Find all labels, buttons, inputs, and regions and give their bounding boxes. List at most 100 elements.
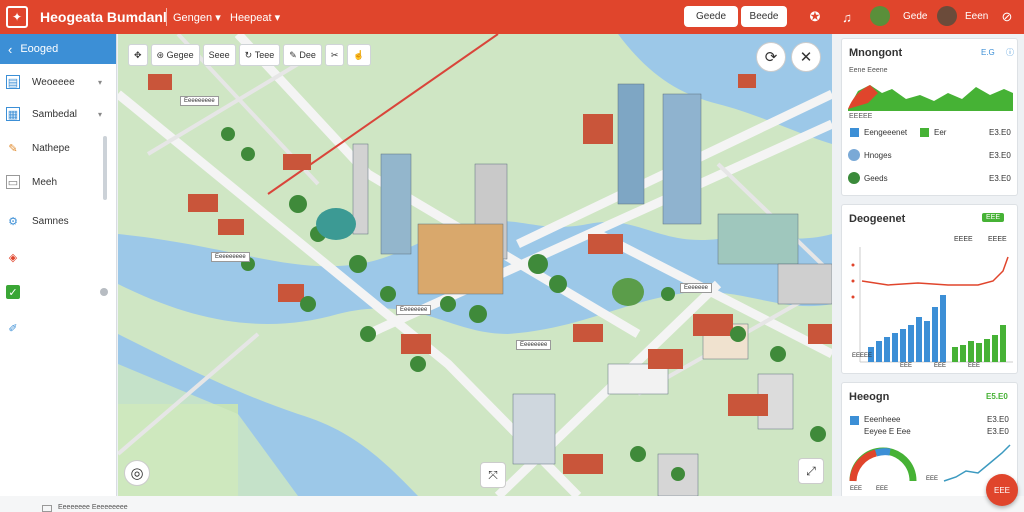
menu-gengen[interactable]: Gengen ▾ [173, 11, 221, 24]
sidebar-item-label: Samnes [32, 215, 69, 227]
tool-label: Seee [208, 50, 230, 60]
gauge-value: EEE [876, 486, 889, 492]
status-text: Eeeeeeee Eeeeeeeee [58, 504, 128, 511]
crosshair-icon: ◎ [130, 465, 144, 482]
expand-icon: ⤢ [806, 463, 816, 478]
shield-icon: ▦ [6, 107, 20, 121]
avatar-user-2[interactable] [937, 6, 957, 26]
header-button-beede[interactable]: Beede [741, 6, 787, 27]
panel-title: Deogeenet [849, 213, 906, 225]
close-map-button[interactable]: ✕ [791, 42, 821, 72]
sidebar-item-weoeeee[interactable]: ▤ Weoeeee ▾ [0, 70, 110, 94]
sidebar-item-label: Nathepe [32, 142, 70, 154]
map-view[interactable]: ✥ ⊛ Gegee Seee ↻ Teee ✎ Dee ✂ ☝ ⟳ ✕ ◎ ⤧ … [118, 34, 832, 496]
map-tool-gegee[interactable]: ⊛ Gegee [150, 44, 200, 66]
legend-swatch-green [920, 128, 929, 137]
info-icon[interactable]: ⓘ [1006, 47, 1014, 58]
map-label[interactable]: Eeeeeeee [516, 340, 552, 350]
map-label[interactable]: Eeeeeeeee [180, 96, 219, 106]
draw-icon: ✎ [289, 49, 297, 60]
panel-summary: Mnongont E.G ⓘ Eene Eeene EEEEE Eengeeen… [841, 38, 1018, 196]
sidebar-item-sambedal[interactable]: ▦ Sambedal ▾ [0, 102, 110, 126]
summary-area-chart [848, 85, 1013, 111]
game-controller-icon[interactable]: ✪ [804, 6, 826, 28]
pencil-icon: ✎ [8, 142, 18, 155]
gauge-value: EEE [850, 486, 863, 492]
header-text-gede[interactable]: Gede [903, 11, 927, 22]
locate-button[interactable]: ◎ [124, 460, 150, 486]
compass-button[interactable]: ⤧ [480, 462, 506, 488]
sidebar-scrollbar[interactable] [103, 136, 107, 200]
map-tool-teee[interactable]: ↻ Teee [238, 44, 281, 66]
sidebar-item-ruler[interactable]: ✐ [0, 316, 110, 340]
summary-row-value: E3.E0 [989, 151, 1011, 160]
overview-row-value: E3.E0 [987, 415, 1009, 424]
panel-value: E5.E0 [986, 392, 1008, 401]
gauge-chart [849, 447, 917, 482]
panel-badge: E.G [981, 48, 995, 57]
tool-label: Dee [299, 50, 316, 60]
map-tool-dee[interactable]: ✎ Dee [283, 44, 322, 66]
overview-row-label: Eeyee E Eee [864, 427, 911, 436]
settings-icon[interactable]: ⊘ [996, 6, 1018, 28]
menu-heepeat[interactable]: Heepeat ▾ [230, 11, 280, 24]
floating-action-button[interactable]: EEE [986, 474, 1018, 506]
status-bar: Eeeeeeee Eeeeeeeee [0, 496, 1024, 512]
legend-swatch-blue [850, 416, 859, 425]
map-tool-pan[interactable]: ✥ [128, 44, 148, 66]
close-icon: ✕ [799, 49, 813, 66]
overview-row-value: E3.E0 [987, 427, 1009, 436]
panel-sub-1: EEEE [954, 236, 973, 243]
app-header: ✦ Heogeata Bumdanl Gengen ▾ Heepeat ▾ Ge… [0, 0, 1024, 34]
map-tool-hand[interactable]: ☝ [347, 44, 371, 66]
tool-label: Gegee [166, 50, 194, 60]
rotate-map-button[interactable]: ⟳ [756, 42, 786, 72]
map-label[interactable]: Eeeeeeee [396, 305, 432, 315]
fullscreen-button[interactable]: ⤢ [798, 458, 824, 484]
compass-icon: ⤧ [488, 467, 498, 482]
chevron-left-icon[interactable]: ‹ [8, 42, 12, 57]
panel-title: Mnongont [849, 47, 903, 59]
map-label[interactable]: Eeeeeee [680, 283, 713, 293]
sidebar-header-label: Eooged [20, 43, 59, 55]
development-chart [851, 247, 1013, 363]
sidebar-item-nathepe[interactable]: ✎ Nathepe [0, 136, 110, 160]
avatar-user-1[interactable] [870, 6, 890, 26]
sidebar-item-label: Sambedal [32, 108, 78, 120]
checkbox-icon[interactable] [42, 505, 52, 512]
map-label[interactable]: Eeeeeeeee [211, 252, 250, 262]
app-title: Heogeata Bumdanl [40, 9, 167, 25]
sidebar-item-samnes[interactable]: ⚙ Samnes [0, 209, 110, 233]
sidebar-item-tag[interactable]: ◈ [0, 245, 110, 269]
axis-label: EEE [934, 363, 947, 369]
sidebar-item-meeh[interactable]: ▭ Meeh [0, 170, 110, 194]
pan-icon: ✥ [134, 49, 142, 60]
sidebar-status-dot [100, 288, 108, 296]
axis-label: EEEEE [852, 353, 873, 359]
sidebar-item-check[interactable]: ✓ [0, 280, 110, 304]
ruler-icon: ✐ [8, 322, 18, 335]
sidebar-item-label: Weoeeee [32, 76, 75, 88]
map-tool-select[interactable]: ✂ [324, 44, 345, 66]
header-button-geede[interactable]: Geede [684, 6, 738, 27]
sidebar-header[interactable]: ‹ Eooged [0, 34, 116, 64]
sidebar-item-label: Meeh [32, 176, 58, 188]
gauge-value: EEE [926, 476, 939, 482]
layers-icon: ⊛ [156, 49, 165, 60]
check-icon: ✓ [6, 285, 20, 299]
chevron-down-icon[interactable]: ▾ [98, 78, 102, 87]
header-text-eeen[interactable]: Eeen [965, 11, 988, 22]
panel-sub-2: EEEE [988, 236, 1007, 243]
axis-label: EEE [968, 363, 981, 369]
rotate-icon: ⟳ [764, 49, 778, 66]
summary-row-label: Hnoges [864, 151, 892, 160]
ruler-tool-icon: ↻ [244, 49, 253, 60]
bell-icon[interactable]: ♫ [836, 6, 858, 28]
panel-value-label: EEEEE [849, 113, 873, 120]
map-tool-seee[interactable]: Seee [202, 44, 236, 66]
panel-title: Heeogn [849, 391, 890, 403]
app-logo-icon[interactable]: ✦ [6, 6, 28, 28]
chevron-down-icon[interactable]: ▾ [98, 110, 102, 119]
earth-icon [848, 172, 860, 184]
globe-icon [848, 149, 860, 161]
